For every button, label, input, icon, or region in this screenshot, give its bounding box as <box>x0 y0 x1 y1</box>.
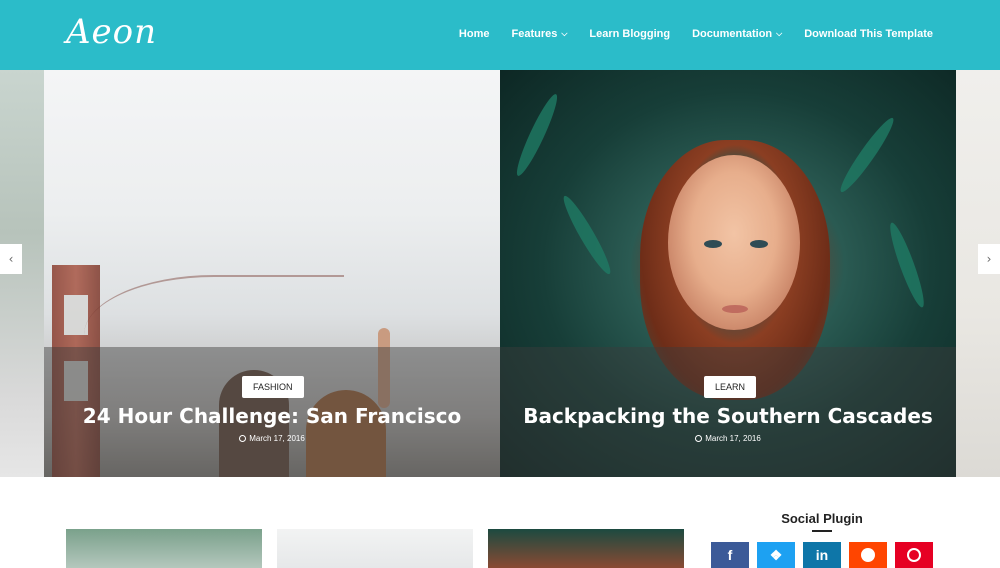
slide-date-text: March 17, 2016 <box>249 434 305 443</box>
category-tag[interactable]: FASHION <box>242 376 304 398</box>
post-thumbnail[interactable] <box>488 529 684 568</box>
category-tag[interactable]: LEARN <box>704 376 757 398</box>
linkedin-button[interactable]: in <box>803 542 841 568</box>
foliage-image-part <box>835 114 899 196</box>
twitter-button[interactable]: ❖ <box>757 542 795 568</box>
pinterest-button[interactable] <box>895 542 933 568</box>
widget-title-divider <box>812 530 832 532</box>
main-nav: Home Features ⌵ Learn Blogging Documenta… <box>459 28 933 40</box>
nav-item-home[interactable]: Home <box>459 28 490 40</box>
slide-title[interactable]: Backpacking the Southern Cascades <box>500 404 956 428</box>
nav-item-features[interactable]: Features ⌵ <box>511 28 567 40</box>
clock-icon <box>695 435 703 442</box>
chevron-left-icon: ‹ <box>8 252 14 266</box>
post-thumbnail[interactable] <box>277 529 473 568</box>
slide-date: March 17, 2016 <box>44 434 500 443</box>
nav-item-label: Features <box>511 28 558 40</box>
widget-title: Social Plugin <box>781 511 863 526</box>
pinterest-icon <box>907 548 921 562</box>
slide-date: March 17, 2016 <box>500 434 956 443</box>
reddit-button[interactable] <box>849 542 887 568</box>
site-header: Aeon Home Features ⌵ Learn Blogging Docu… <box>0 0 1000 70</box>
slide-date-text: March 17, 2016 <box>705 434 761 443</box>
chevron-down-icon: ⌵ <box>561 29 568 38</box>
chevron-right-icon: › <box>986 252 992 266</box>
chevron-down-icon: ⌵ <box>776 29 783 38</box>
site-logo[interactable]: Aeon <box>66 12 157 52</box>
nav-item-documentation[interactable]: Documentation ⌵ <box>692 28 782 40</box>
clock-icon <box>239 435 247 442</box>
foliage-image-part <box>885 220 929 310</box>
slider-next-button[interactable]: › <box>978 244 1000 274</box>
lips-image-part <box>722 305 748 313</box>
linkedin-icon: in <box>815 547 829 563</box>
nav-item-label: Home <box>458 28 490 40</box>
facebook-button[interactable]: f <box>711 542 749 568</box>
featured-slider: FASHION 24 Hour Challenge: San Francisco… <box>0 70 1000 477</box>
slider-prev-button[interactable]: ‹ <box>0 244 22 274</box>
face-image-part <box>668 155 800 330</box>
foliage-image-part <box>558 192 616 278</box>
post-thumbnail[interactable] <box>66 529 262 568</box>
slide-card[interactable]: FASHION 24 Hour Challenge: San Francisco… <box>44 70 500 477</box>
nav-item-download-template[interactable]: Download This Template <box>804 28 933 40</box>
twitter-icon: ❖ <box>769 546 783 563</box>
facebook-icon: f <box>727 547 733 563</box>
nav-item-learn-blogging[interactable]: Learn Blogging <box>589 28 670 40</box>
reddit-icon <box>861 548 875 562</box>
eye-image-part <box>704 240 722 248</box>
foliage-image-part <box>511 91 563 179</box>
slide-card[interactable]: LEARN Backpacking the Southern Cascades … <box>500 70 956 477</box>
nav-item-label: Documentation <box>692 28 773 40</box>
nav-item-label: Learn Blogging <box>589 28 671 40</box>
nav-item-label: Download This Template <box>804 28 933 40</box>
slide-title[interactable]: 24 Hour Challenge: San Francisco <box>44 404 500 428</box>
eye-image-part <box>750 240 768 248</box>
